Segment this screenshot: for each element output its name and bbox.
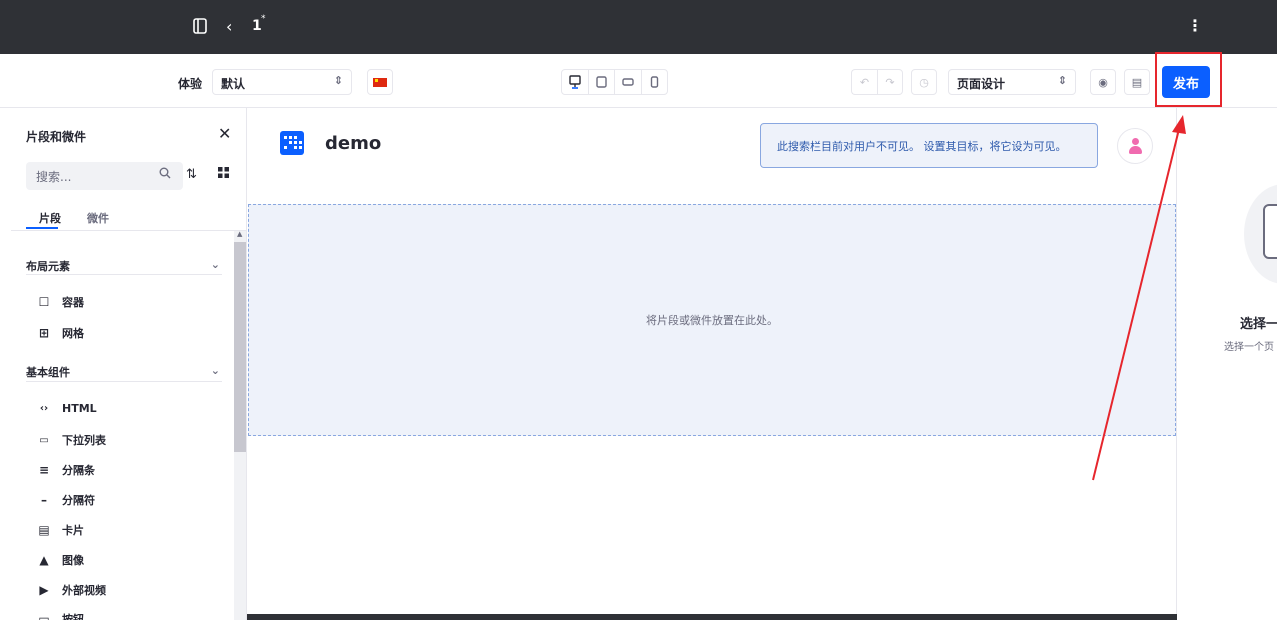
annotation-arrow bbox=[1092, 115, 1186, 481]
